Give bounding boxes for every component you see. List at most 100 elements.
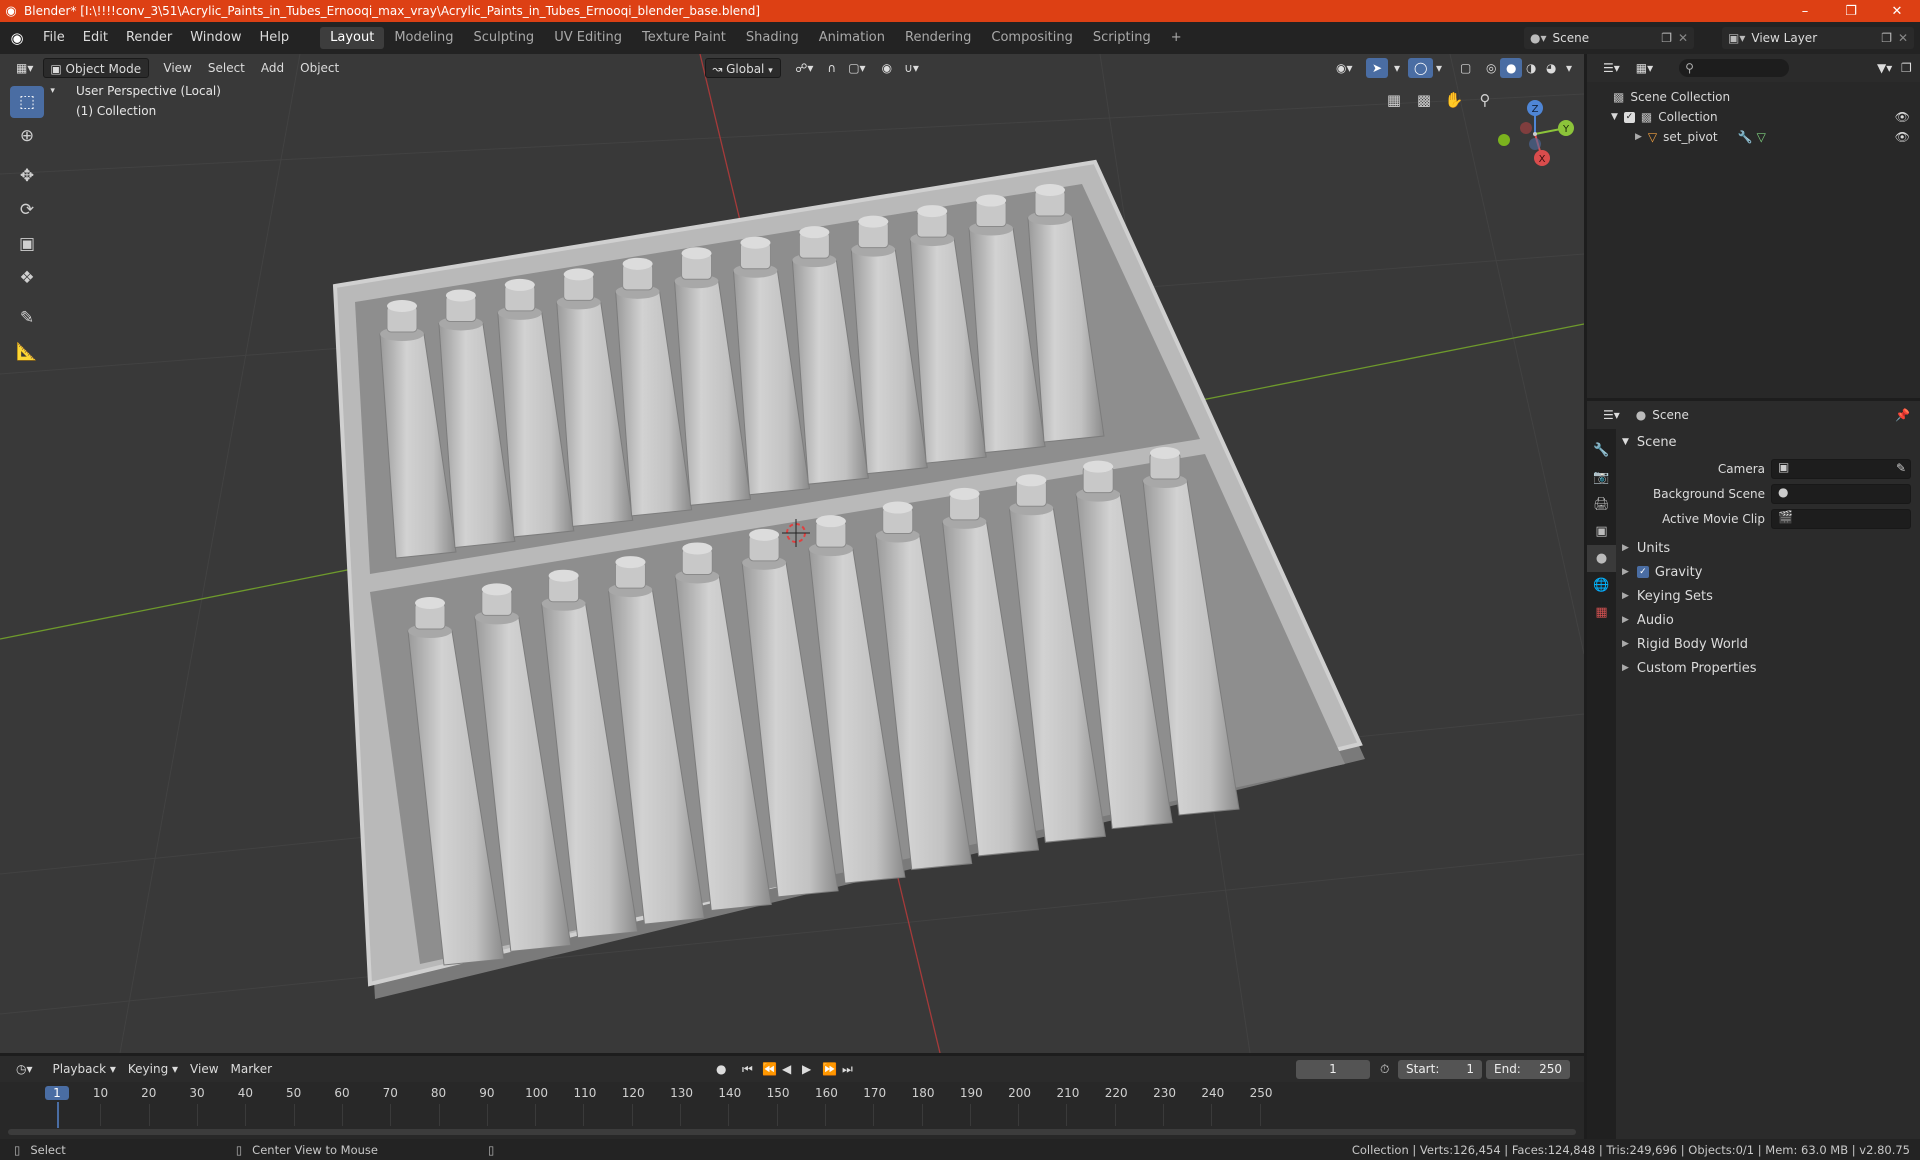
pan-view-icon[interactable]: ✋ — [1440, 86, 1468, 114]
outliner-row-collection[interactable]: ▼ ✓ ▩ Collection 👁 — [1587, 107, 1920, 127]
outliner-search-input[interactable]: ⚲ — [1679, 59, 1790, 77]
gravity-checkbox[interactable]: ✓ — [1636, 566, 1649, 578]
menu-keying[interactable]: Keying ▾ — [122, 1059, 184, 1079]
menu-window[interactable]: Window — [181, 27, 250, 49]
eyedropper-icon[interactable]: ✎ — [1896, 461, 1906, 475]
delete-view-layer-icon[interactable]: ✕ — [1898, 31, 1908, 45]
snap-icon[interactable]: ∩ — [821, 58, 842, 78]
keying-sets-subpanel[interactable]: ▶ Keying Sets — [1622, 585, 1917, 607]
visibility-eye-icon[interactable]: 👁 — [1895, 130, 1910, 144]
select-box-tool-icon[interactable]: ⬚ — [10, 86, 44, 118]
rigid-body-world-subpanel[interactable]: ▶ Rigid Body World — [1622, 633, 1917, 655]
start-frame-field[interactable]: Start: 1 — [1398, 1060, 1482, 1079]
expand-arrow-icon[interactable]: ▶ — [1635, 132, 1642, 142]
outliner-row-scene-collection[interactable]: ▩ Scene Collection — [1587, 87, 1920, 107]
tab-rendering[interactable]: Rendering — [895, 27, 981, 49]
scale-tool-icon[interactable]: ▣ — [10, 228, 44, 260]
outliner-row-set-pivot[interactable]: ▶ ▽ set_pivot 🔧 ▽ 👁 — [1587, 127, 1920, 147]
pivot-point-icon[interactable]: ☍▾ — [789, 58, 819, 78]
paint-tray-model[interactable] — [332, 159, 1365, 999]
snap-target-icon[interactable]: ▢▾ — [842, 58, 871, 78]
tab-compositing[interactable]: Compositing — [981, 27, 1083, 49]
tab-scripting[interactable]: Scripting — [1083, 27, 1161, 49]
close-button[interactable]: ✕ — [1874, 0, 1920, 22]
blender-menu-icon[interactable]: ◉ — [0, 29, 34, 47]
stopwatch-icon[interactable]: ⏱ — [1374, 1059, 1395, 1079]
menu-file[interactable]: File — [34, 27, 74, 49]
texture-tab-icon[interactable]: ▦ — [1587, 599, 1616, 626]
add-workspace-button[interactable]: + — [1161, 27, 1192, 49]
audio-subpanel[interactable]: ▶ Audio — [1622, 609, 1917, 631]
tab-animation[interactable]: Animation — [809, 27, 895, 49]
visibility-eye-icon[interactable]: 👁 — [1895, 110, 1910, 124]
view-layer-selector[interactable]: ▣▾ View Layer ❐ ✕ — [1722, 27, 1914, 49]
overlays-dropdown-icon[interactable]: ▾ — [1430, 58, 1448, 78]
menu-view[interactable]: View — [157, 58, 197, 78]
new-view-layer-icon[interactable]: ❐ — [1881, 31, 1892, 45]
jump-end-icon[interactable]: ⏭ — [836, 1059, 859, 1079]
tool-tab-icon[interactable]: 🔧 — [1587, 437, 1616, 464]
properties-editor-type-icon[interactable]: ☰▾ — [1597, 405, 1626, 425]
cursor-tool-icon[interactable]: ⊕ — [10, 120, 44, 152]
playhead-line[interactable] — [57, 1102, 59, 1128]
minimize-button[interactable]: – — [1782, 0, 1828, 22]
end-frame-field[interactable]: End: 250 — [1486, 1060, 1570, 1079]
editor-type-icon[interactable]: ▦▾ — [10, 58, 39, 78]
shading-dropdown-icon[interactable]: ▾ — [1560, 58, 1578, 78]
annotate-tool-icon[interactable]: ✎ — [10, 302, 44, 334]
record-icon[interactable]: ● — [710, 1059, 732, 1079]
menu-select[interactable]: Select — [202, 58, 251, 78]
outliner-editor-type-icon[interactable]: ☰▾ — [1597, 58, 1626, 78]
background-scene-field[interactable]: ● — [1771, 484, 1911, 504]
tab-uv-editing[interactable]: UV Editing — [544, 27, 632, 49]
custom-properties-subpanel[interactable]: ▶ Custom Properties — [1622, 657, 1917, 679]
world-tab-icon[interactable]: 🌐 — [1587, 572, 1616, 599]
menu-edit[interactable]: Edit — [74, 27, 117, 49]
xray-icon[interactable]: ▢ — [1454, 58, 1477, 78]
camera-field[interactable]: ▣ ✎ — [1771, 459, 1911, 479]
move-tool-icon[interactable]: ✥ — [10, 160, 44, 192]
scene-panel-header[interactable]: ▼ Scene — [1622, 431, 1917, 453]
timeline-scrollbar[interactable] — [8, 1129, 1576, 1135]
falloff-icon[interactable]: ∪▾ — [898, 58, 925, 78]
menu-view[interactable]: View — [184, 1059, 224, 1079]
pin-icon[interactable]: 📌 — [1895, 408, 1910, 422]
rotate-tool-icon[interactable]: ⟳ — [10, 194, 44, 226]
navigation-gizmo[interactable]: Z Y X — [1490, 86, 1580, 186]
menu-help[interactable]: Help — [251, 27, 299, 49]
transform-tool-icon[interactable]: ❖ — [10, 262, 44, 294]
toggle-ortho-icon[interactable]: ▦ — [1380, 86, 1408, 114]
play-reverse-icon[interactable]: ◀ — [776, 1059, 797, 1079]
maximize-button[interactable]: ❐ — [1828, 0, 1874, 22]
collection-checkbox[interactable]: ✓ — [1623, 111, 1635, 123]
camera-view-icon[interactable]: ▩ — [1410, 86, 1438, 114]
tab-sculpting[interactable]: Sculpting — [463, 27, 544, 49]
current-frame-field[interactable]: 1 — [1296, 1060, 1370, 1079]
timeline-editor-type-icon[interactable]: ◷▾ — [10, 1059, 39, 1079]
expand-arrow-icon[interactable]: ▼ — [1611, 112, 1618, 122]
gizmo-toggle-icon[interactable]: ➤ — [1366, 58, 1389, 78]
display-mode-icon[interactable]: ▦▾ — [1630, 58, 1659, 78]
proportional-edit-icon[interactable]: ◉ — [876, 58, 898, 78]
tab-shading[interactable]: Shading — [736, 27, 809, 49]
menu-marker[interactable]: Marker — [225, 1059, 278, 1079]
visibility-icon[interactable]: ◉▾ — [1330, 58, 1359, 78]
new-collection-icon[interactable]: ❐ — [1895, 58, 1918, 78]
play-icon[interactable]: ▶ — [796, 1059, 817, 1079]
new-scene-icon[interactable]: ❐ — [1661, 31, 1672, 45]
transform-orientation-selector[interactable]: ↝ Global ▾ — [705, 58, 782, 78]
mode-selector[interactable]: ▣ Object Mode ▾ — [43, 58, 150, 96]
menu-render[interactable]: Render — [117, 27, 181, 49]
units-subpanel[interactable]: ▶ Units — [1622, 537, 1917, 559]
tab-layout[interactable]: Layout — [320, 27, 385, 49]
menu-playback[interactable]: Playback ▾ — [47, 1059, 122, 1079]
tab-texture-paint[interactable]: Texture Paint — [632, 27, 736, 49]
tab-modeling[interactable]: Modeling — [384, 27, 463, 49]
gravity-subpanel[interactable]: ▶ ✓ Gravity — [1622, 561, 1917, 583]
scene-tab-icon[interactable]: ● — [1587, 545, 1616, 572]
active-movie-clip-field[interactable]: 🎬 — [1771, 509, 1911, 529]
delete-scene-icon[interactable]: ✕ — [1678, 31, 1688, 45]
menu-object[interactable]: Object — [294, 58, 345, 78]
playhead-frame-label[interactable]: 1 — [45, 1086, 69, 1100]
menu-add[interactable]: Add — [255, 58, 290, 78]
